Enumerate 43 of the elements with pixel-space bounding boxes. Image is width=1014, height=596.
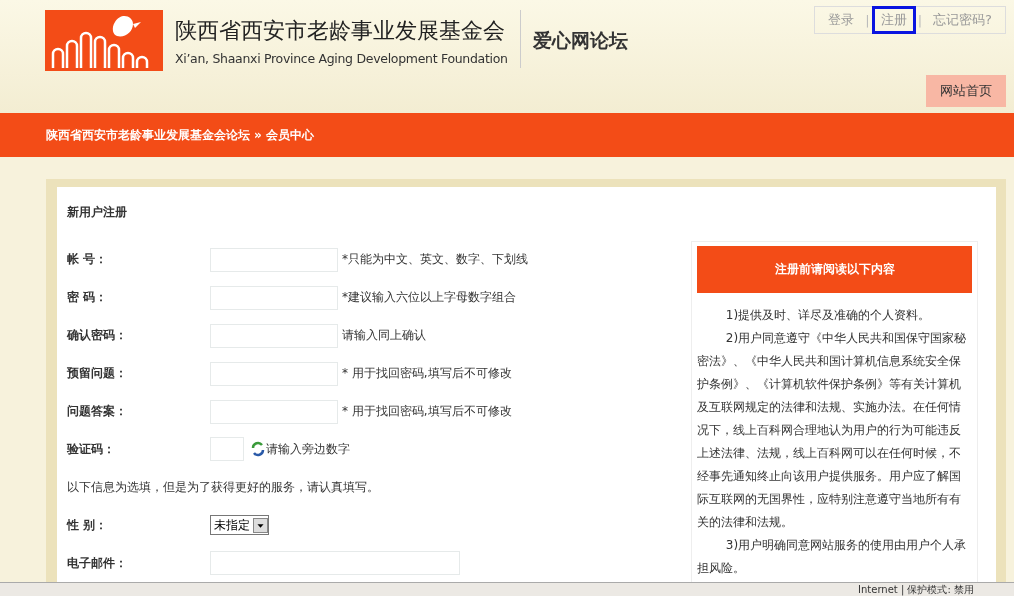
field-hint: *只能为中文、英文、数字、下划线 xyxy=(342,251,528,269)
notice-header: 注册前请阅读以下内容 xyxy=(697,246,972,293)
home-button[interactable]: 网站首页 xyxy=(926,75,1006,107)
notice-paragraph: 1)提供及时、详尽及准确的个人资料。 xyxy=(724,307,932,324)
field-hint: *建议输入六位以上字母数字组合 xyxy=(342,289,516,307)
form-title: 新用户注册 xyxy=(67,204,128,221)
field-label: 电子邮件： xyxy=(67,554,128,572)
link-separator: | xyxy=(864,12,871,28)
field-hint: * 用于找回密码,填写后不可修改 xyxy=(342,403,512,420)
breadcrumb-link[interactable]: 陕西省西安市老龄事业发展基金会论坛 xyxy=(46,126,250,144)
gender-select[interactable]: 未指定 xyxy=(210,515,269,536)
header-link[interactable]: 注册 xyxy=(871,6,916,34)
field-label: 性 别： xyxy=(67,516,109,534)
refresh-icon[interactable] xyxy=(250,441,266,458)
notice-paragraph: 2)用户同意遵守《中华人民共和国保守国家秘密法》、《中华人民共和国计算机信息系统安全保护条例》、《计算机软件保护条例》等有关计算机及互联网规定的法律和法规、实施办法。在任何情况下，线上百科网合理地认为用户的行为可能违反上述法律、法规，线上百科网可以在任何时候，不经事先通知终止向该用户提供服务。用户应了解国际互联网的无国界性，应特别注意遵守当地所有有关的法律和法规。 xyxy=(697,330,968,531)
input-field[interactable] xyxy=(210,323,338,348)
breadcrumb-separator: » xyxy=(254,128,262,142)
field-hint: 请输入同上确认 xyxy=(342,327,426,345)
header-link[interactable]: 登录 xyxy=(819,6,864,34)
input-field[interactable] xyxy=(210,361,338,386)
field-label: 问题答案： xyxy=(67,403,128,420)
forum-name: 爱心网论坛 xyxy=(532,28,628,53)
field-label: 帐 号： xyxy=(67,251,109,269)
link-separator: | xyxy=(916,12,924,28)
captcha-field[interactable] xyxy=(210,437,244,462)
field-hint: * 用于找回密码,填写后不可修改 xyxy=(342,365,512,383)
field-label: 密 码： xyxy=(67,289,109,307)
notice-paragraph: 3)用户明确同意网站服务的使用由用户个人承担风险。 xyxy=(697,537,968,577)
site-title: 陕西省西安市老龄事业发展基金会 xyxy=(175,17,506,45)
breadcrumb-current: 会员中心 xyxy=(265,126,314,144)
header-link[interactable]: 忘记密码? xyxy=(924,6,1001,34)
field-hint: 请输入旁边数字 xyxy=(266,440,350,458)
input-field[interactable] xyxy=(210,285,338,310)
field-label: 预留问题： xyxy=(67,365,128,383)
optional-note: 以下信息为选填，但是为了获得更好的服务，请认真填写。 xyxy=(67,478,379,496)
input-field[interactable] xyxy=(210,247,338,272)
status-zone: Internet | 保护模式: 禁用 xyxy=(858,583,974,596)
input-field[interactable] xyxy=(210,399,338,424)
site-subtitle: Xi’an, Shaanxi Province Aging Development Foundation xyxy=(175,51,508,66)
field-label: 验证码： xyxy=(67,440,116,458)
email-field[interactable] xyxy=(210,551,460,576)
field-label: 确认密码： xyxy=(67,327,128,345)
caret-icon xyxy=(253,517,268,533)
